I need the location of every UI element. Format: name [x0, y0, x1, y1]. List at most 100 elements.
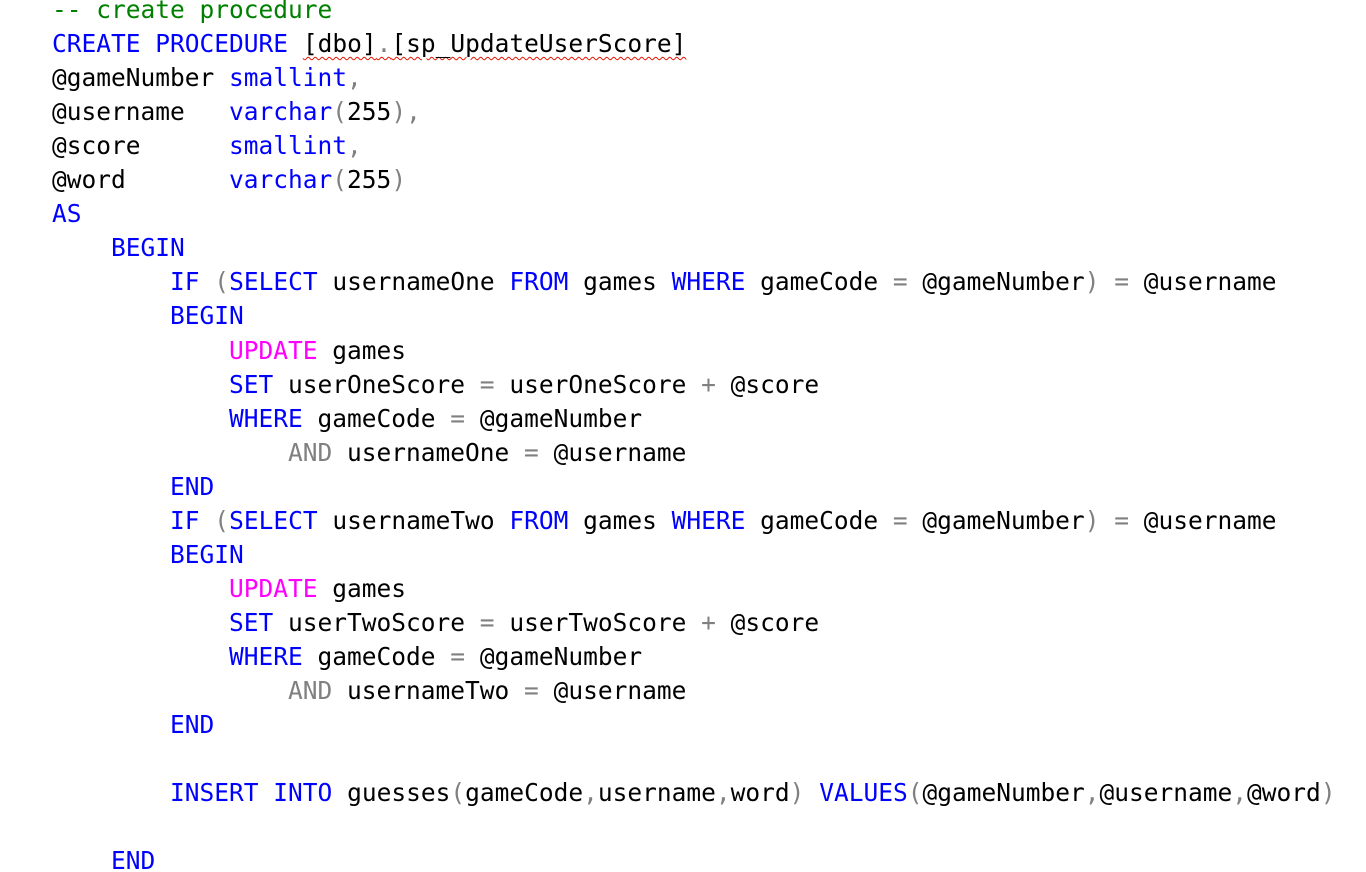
- sql-identifier: games: [568, 505, 672, 535]
- sql-keyword: END: [170, 710, 215, 740]
- sql-identifier: gameCode: [745, 267, 893, 297]
- sql-identifier: 255: [347, 97, 392, 127]
- sql-keyword: INTO: [273, 778, 333, 808]
- code-line[interactable]: @word varchar(255): [52, 163, 406, 197]
- sql-keyword: WHERE: [671, 267, 746, 297]
- sql-identifier: gameCode: [465, 778, 584, 808]
- sql-identifier: userTwoScore: [494, 607, 702, 637]
- sql-operator: ,: [715, 778, 731, 808]
- sql-operator: (: [214, 267, 230, 297]
- sql-keyword: smallint: [229, 131, 348, 161]
- sql-operator: (: [332, 165, 348, 195]
- code-line[interactable]: -- create procedure: [52, 0, 332, 27]
- sql-operator: (: [214, 505, 230, 535]
- sql-keyword: FROM: [509, 505, 569, 535]
- code-line[interactable]: CREATE PROCEDURE [dbo].[sp_UpdateUserSco…: [52, 27, 686, 61]
- sql-identifier: usernameTwo: [317, 505, 510, 535]
- sql-operator: =: [1114, 267, 1129, 297]
- sql-identifier: @gameNumber: [465, 403, 643, 433]
- sql-identifier: [dbo]: [302, 29, 377, 59]
- code-line[interactable]: WHERE gameCode = @gameNumber: [52, 402, 642, 436]
- sql-identifier: userTwoScore: [273, 607, 480, 637]
- sql-identifier: [200, 506, 215, 535]
- sql-keyword: SELECT: [229, 505, 318, 535]
- code-line[interactable]: UPDATE games: [52, 572, 406, 606]
- sql-keyword: SET: [229, 369, 274, 399]
- sql-operator: =: [479, 607, 495, 637]
- code-line[interactable]: END: [52, 844, 155, 872]
- code-line[interactable]: AND usernameTwo = @username: [52, 674, 686, 708]
- code-line[interactable]: IF (SELECT usernameTwo FROM games WHERE …: [52, 504, 1277, 538]
- sql-identifier: @score: [715, 607, 820, 637]
- sql-identifier: @gameNumber: [465, 641, 643, 671]
- code-line[interactable]: BEGIN: [52, 538, 244, 572]
- sql-operator: ): [1084, 505, 1100, 535]
- sql-operator: (: [332, 97, 348, 127]
- code-line[interactable]: BEGIN: [52, 299, 244, 333]
- sql-keyword: WHERE: [671, 505, 746, 535]
- code-line[interactable]: SET userOneScore = userOneScore + @score: [52, 368, 819, 402]
- sql-identifier: @username: [1099, 778, 1233, 808]
- sql-identifier: 255: [347, 165, 392, 195]
- code-line[interactable]: @username varchar(255),: [52, 95, 421, 129]
- sql-identifier: usernameTwo: [332, 676, 525, 705]
- sql-identifier: word: [730, 778, 790, 808]
- sql-identifier: @gameNumber: [52, 63, 230, 93]
- sql-identifier: [1099, 267, 1114, 296]
- code-line[interactable]: @score smallint,: [52, 129, 362, 163]
- sql-identifier: @username: [1128, 505, 1277, 535]
- sql-keyword: SET: [229, 607, 274, 637]
- sql-keyword: varchar: [229, 165, 333, 195]
- sql-operator: ,: [1232, 778, 1248, 808]
- sql-identifier: [sp_UpdateUserScore]: [391, 29, 687, 59]
- sql-identifier: gameCode: [745, 505, 893, 535]
- code-line[interactable]: IF (SELECT usernameOne FROM games WHERE …: [52, 265, 1276, 299]
- sql-keyword: smallint: [229, 63, 348, 93]
- sql-operator: (: [907, 778, 923, 808]
- sql-identifier: usernameOne: [317, 267, 510, 297]
- sql-operator: AND: [288, 437, 333, 467]
- code-line[interactable]: INSERT INTO guesses(gameCode,username,wo…: [52, 776, 1336, 810]
- sql-identifier: [141, 29, 156, 58]
- code-line[interactable]: BEGIN: [52, 231, 185, 265]
- sql-operator: =: [450, 403, 466, 433]
- code-line[interactable]: AS: [52, 197, 82, 231]
- sql-keyword: IF: [170, 267, 200, 297]
- sql-identifier: guesses: [332, 778, 451, 808]
- code-line[interactable]: END: [52, 470, 214, 504]
- sql-identifier: gameCode: [302, 641, 451, 671]
- sql-identifier: @score: [715, 369, 820, 399]
- sql-operator: +: [701, 607, 716, 637]
- code-line[interactable]: AND usernameOne = @username: [52, 436, 686, 470]
- code-line[interactable]: WHERE gameCode = @gameNumber: [52, 640, 642, 674]
- sql-operator: ,: [347, 131, 362, 161]
- sql-identifier: @username: [52, 97, 230, 127]
- sql-identifier: [288, 29, 303, 58]
- sql-editor[interactable]: -- create procedure CREATE PROCEDURE [dbo…: [0, 0, 1366, 872]
- sql-keyword: varchar: [229, 97, 333, 127]
- sql-operator: ): [1084, 267, 1100, 297]
- sql-keyword: WHERE: [229, 641, 303, 671]
- sql-operator: =: [524, 437, 539, 467]
- sql-operator: =: [892, 505, 908, 535]
- code-line[interactable]: SET userTwoScore = userTwoScore + @score: [52, 606, 819, 640]
- code-line[interactable]: @gameNumber smallint,: [52, 61, 362, 95]
- sql-identifier: games: [317, 573, 407, 603]
- sql-identifier: [200, 267, 215, 296]
- code-line[interactable]: END: [52, 708, 214, 742]
- sql-identifier: [1099, 506, 1114, 535]
- sql-keyword: WHERE: [229, 403, 303, 433]
- sql-keyword: FROM: [509, 267, 569, 297]
- sql-keyword: END: [111, 846, 156, 872]
- sql-keyword: IF: [170, 505, 200, 535]
- code-line[interactable]: UPDATE games: [52, 334, 406, 368]
- sql-operator: ): [391, 165, 407, 195]
